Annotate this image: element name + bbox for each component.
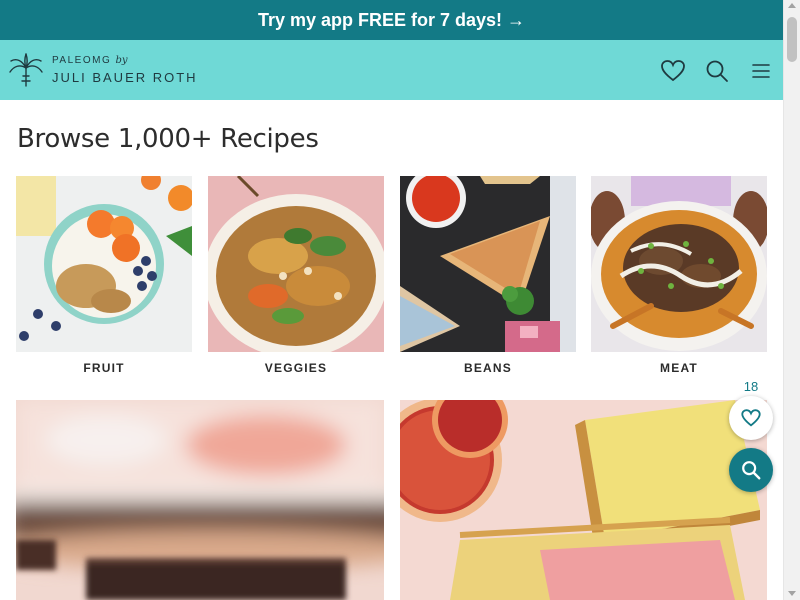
scroll-thumb[interactable] bbox=[787, 17, 797, 62]
heart-icon bbox=[741, 409, 761, 427]
favorite-count: 18 bbox=[743, 379, 759, 394]
logo-author: JULI BAUER ROTH bbox=[52, 70, 198, 85]
meat-fries-image[interactable] bbox=[591, 176, 767, 352]
beans-quesadilla-image[interactable] bbox=[400, 176, 576, 352]
category-label-fruit[interactable]: FRUIT bbox=[16, 361, 192, 375]
fruit-bowl-image[interactable] bbox=[16, 176, 192, 352]
category-card-meat[interactable]: MEAT bbox=[591, 176, 767, 375]
page-scrollbar[interactable] bbox=[783, 0, 800, 600]
promo-text[interactable]: Try my app FREE for 7 days! → bbox=[258, 10, 525, 30]
logo-brand: PALEOMG bbox=[52, 55, 112, 66]
favorites-heart-icon[interactable] bbox=[660, 58, 686, 84]
category-card-veggies[interactable]: VEGGIES bbox=[208, 176, 384, 375]
favorite-button[interactable] bbox=[729, 396, 773, 440]
search-icon[interactable] bbox=[704, 58, 730, 84]
featured-recipe-image-brownies[interactable] bbox=[16, 400, 384, 600]
featured-recipe-image-cake[interactable] bbox=[400, 400, 767, 600]
veggies-noodle-image[interactable] bbox=[208, 176, 384, 352]
category-card-beans[interactable]: BEANS bbox=[400, 176, 576, 375]
category-label-meat[interactable]: MEAT bbox=[591, 361, 767, 375]
category-label-beans[interactable]: BEANS bbox=[400, 361, 576, 375]
category-label-veggies[interactable]: VEGGIES bbox=[208, 361, 384, 375]
site-header: PALEOMG by JULI BAUER ROTH bbox=[0, 40, 783, 100]
menu-icon[interactable] bbox=[748, 58, 774, 84]
site-logo[interactable]: PALEOMG by JULI BAUER ROTH bbox=[8, 52, 198, 88]
floating-search-button[interactable] bbox=[729, 448, 773, 492]
logo-by: by bbox=[115, 55, 128, 66]
page-title: Browse 1,000+ Recipes bbox=[17, 124, 319, 154]
scroll-up-arrow[interactable] bbox=[788, 3, 796, 8]
promo-banner-link[interactable]: Try my app FREE for 7 days! → bbox=[0, 0, 783, 40]
category-card-fruit[interactable]: FRUIT bbox=[16, 176, 192, 375]
search-icon bbox=[742, 461, 761, 480]
palm-tree-icon bbox=[9, 53, 43, 87]
scroll-down-arrow[interactable] bbox=[788, 591, 796, 596]
